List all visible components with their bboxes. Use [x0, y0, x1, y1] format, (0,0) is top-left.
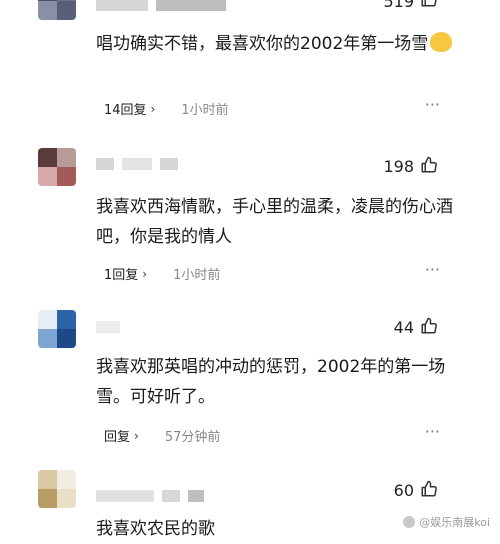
- comment-text: 唱功确实不错，最喜欢你的2002年第一场雪: [96, 29, 456, 59]
- username-blurred[interactable]: [96, 485, 212, 502]
- comment-meta: 14回复 › 1小时前: [104, 99, 229, 119]
- thumbs-up-icon[interactable]: [420, 317, 438, 335]
- username-blurred[interactable]: [96, 0, 234, 11]
- comment-meta: 1回复 › 1小时前: [104, 264, 221, 284]
- username-blurred[interactable]: [96, 153, 186, 170]
- like-count: 519: [383, 0, 414, 11]
- avatar[interactable]: [38, 148, 76, 186]
- thinking-face-icon: [430, 32, 453, 52]
- like-count: 60: [393, 481, 414, 500]
- watermark-text: @娱乐南展koi: [419, 516, 490, 529]
- replies-count: 1回复: [104, 268, 139, 283]
- comment-meta: 回复 › 57分钟前: [104, 426, 221, 446]
- thumbs-up-icon[interactable]: [420, 156, 438, 174]
- chevron-right-icon: ›: [134, 428, 139, 443]
- comment-time: 1小时前: [181, 103, 229, 118]
- like-count: 44: [393, 318, 414, 337]
- like-count: 198: [383, 157, 414, 176]
- watermark: @娱乐南展koi: [403, 514, 490, 530]
- username-blurred[interactable]: [96, 316, 128, 333]
- thumbs-up-icon[interactable]: [420, 480, 438, 498]
- replies-button[interactable]: 1回复 ›: [104, 264, 148, 284]
- comment-text: 我喜欢那英唱的冲动的惩罚，2002年的第一场雪。可好听了。: [96, 357, 446, 407]
- replies-count: 回复: [104, 430, 131, 445]
- avatar[interactable]: [38, 310, 76, 348]
- comment-text: 我喜欢西海情歌，手心里的温柔，凌晨的伤心酒吧，你是我的情人: [96, 197, 453, 247]
- thumbs-up-icon[interactable]: [420, 0, 438, 8]
- chevron-right-icon: ›: [142, 266, 148, 281]
- more-horizontal-icon[interactable]: ···: [425, 422, 440, 441]
- replies-count: 14回复: [104, 103, 147, 118]
- comment-time: 57分钟前: [164, 430, 221, 445]
- watermark-logo-icon: [403, 516, 416, 528]
- replies-button[interactable]: 14回复 ›: [104, 99, 156, 119]
- avatar[interactable]: [38, 470, 76, 508]
- more-horizontal-icon[interactable]: ···: [425, 95, 440, 114]
- replies-button[interactable]: 回复 ›: [104, 426, 139, 446]
- avatar[interactable]: [38, 0, 76, 20]
- more-horizontal-icon[interactable]: ···: [425, 260, 440, 279]
- chevron-right-icon: ›: [150, 101, 156, 116]
- comment-time: 1小时前: [173, 268, 221, 283]
- comment-text-content: 唱功确实不错，最喜欢你的2002年第一场雪: [96, 34, 429, 54]
